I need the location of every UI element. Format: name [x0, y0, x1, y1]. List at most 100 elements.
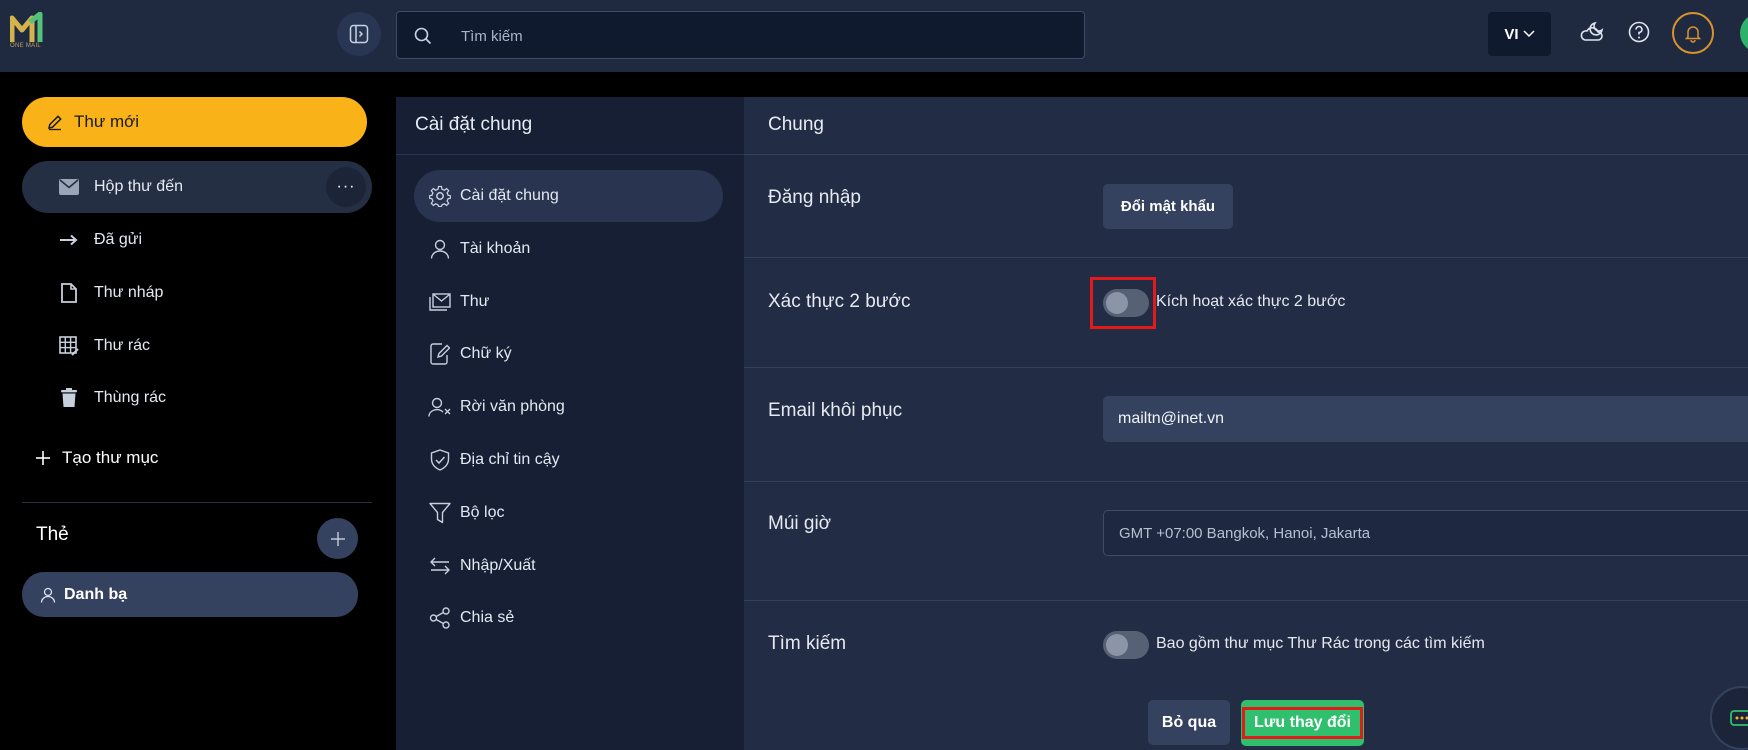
create-folder-button[interactable]: Tạo thư mục	[36, 448, 158, 468]
user-icon	[40, 587, 56, 603]
create-folder-label: Tạo thư mục	[62, 448, 159, 467]
settings-nav-divider	[396, 154, 744, 155]
search-input[interactable]	[459, 12, 1063, 60]
folder-more-button[interactable]: ···	[326, 167, 366, 207]
plus-icon	[36, 451, 50, 465]
folder-inbox[interactable]: Hộp thư đến ···	[22, 161, 372, 213]
two-factor-label: Xác thực 2 bước	[768, 291, 911, 312]
language-label: VI	[1504, 25, 1519, 43]
content-divider	[744, 154, 1748, 155]
plus-icon	[330, 531, 345, 546]
nav-item-label: Cài đặt chung	[460, 187, 559, 204]
theme-toggle-button[interactable]	[1577, 17, 1607, 47]
more-icon: ···	[336, 178, 356, 195]
nav-item-label: Bộ lọc	[460, 504, 505, 521]
nav-item-label: Nhập/Xuất	[460, 557, 536, 574]
nav-item-label: Tài khoản	[460, 240, 531, 257]
nav-item-label: Địa chỉ tin cậy	[460, 451, 560, 468]
folder-sent[interactable]: Đã gửi	[22, 214, 372, 266]
import-export-icon	[428, 554, 452, 578]
include-spam-toggle[interactable]	[1103, 631, 1149, 659]
folder-trash[interactable]: Thùng rác	[22, 372, 372, 424]
nav-item-share[interactable]: Chia sẻ	[414, 592, 723, 644]
search-icon	[414, 27, 432, 45]
content-divider	[744, 481, 1748, 482]
nav-item-filters[interactable]: Bộ lọc	[414, 487, 723, 539]
logo-text: ONE MAIL	[10, 43, 42, 49]
chat-icon	[1729, 706, 1748, 730]
signature-icon	[428, 342, 452, 366]
help-icon	[1628, 21, 1650, 43]
settings-content: Chung Đăng nhập Đổi mật khẩu Xác thực 2 …	[744, 97, 1748, 750]
tags-title: Thẻ	[36, 524, 69, 545]
sidebar-divider	[22, 502, 372, 503]
top-bar: ONE MAIL VI	[0, 0, 1748, 72]
timezone-label: Múi giờ	[768, 513, 832, 534]
share-icon	[428, 606, 452, 630]
add-tag-button[interactable]	[317, 518, 358, 559]
folder-label: Thư nháp	[94, 284, 164, 301]
nav-item-trusted-addresses[interactable]: Địa chỉ tin cậy	[414, 434, 723, 486]
content-divider	[744, 600, 1748, 601]
recovery-email-label: Email khôi phục	[768, 400, 903, 421]
user-icon	[428, 237, 452, 261]
toggle-knob	[1106, 634, 1128, 656]
toggle-highlight	[1090, 277, 1156, 329]
tag-contacts[interactable]: Danh bạ	[22, 572, 358, 617]
settings-nav: Cài đặt chung Cài đặt chung Tài khoản Th…	[396, 97, 744, 750]
nav-item-label: Rời văn phòng	[460, 398, 565, 415]
language-selector[interactable]: VI	[1488, 12, 1551, 56]
folder-label: Đã gửi	[94, 231, 143, 248]
settings-nav-title: Cài đặt chung	[415, 114, 533, 135]
save-changes-label: Lưu thay đổi	[1242, 707, 1363, 739]
nav-item-out-of-office[interactable]: Rời văn phòng	[414, 381, 723, 433]
nav-item-label: Chữ ký	[460, 345, 512, 362]
mail-icon	[428, 290, 452, 314]
two-factor-toggle-label: Kích hoạt xác thực 2 bước	[1156, 293, 1346, 310]
sidebar-toggle-button[interactable]	[337, 12, 381, 56]
recovery-email-field[interactable]: mailtn@inet.vn	[1103, 396, 1748, 442]
avatar[interactable]	[1740, 13, 1748, 53]
filter-icon	[428, 501, 452, 525]
content-divider	[744, 367, 1748, 368]
folder-spam[interactable]: Thư rác	[22, 320, 372, 372]
save-changes-button[interactable]: Lưu thay đổi	[1241, 700, 1364, 746]
skip-button[interactable]: Bỏ qua	[1148, 700, 1230, 745]
notifications-button[interactable]	[1672, 12, 1714, 54]
content-divider	[744, 257, 1748, 258]
bell-icon	[1683, 23, 1703, 43]
login-label: Đăng nhập	[768, 187, 861, 208]
folder-label: Thùng rác	[94, 389, 167, 406]
include-spam-toggle-label: Bao gồm thư mục Thư Rác trong các tìm ki…	[1156, 635, 1485, 652]
nav-item-import-export[interactable]: Nhập/Xuất	[414, 540, 723, 592]
logo[interactable]: ONE MAIL	[10, 12, 50, 56]
draft-icon	[58, 282, 80, 304]
trash-icon	[58, 387, 80, 409]
sidebar-toggle-icon	[349, 24, 369, 44]
nav-item-mail[interactable]: Thư	[414, 276, 723, 328]
sent-icon	[58, 229, 80, 251]
search-bar[interactable]	[396, 11, 1085, 60]
theme-icon	[1579, 20, 1605, 44]
timezone-select[interactable]: GMT +07:00 Bangkok, Hanoi, Jakarta	[1103, 510, 1748, 556]
gear-icon	[428, 184, 452, 208]
shield-check-icon	[428, 448, 452, 472]
inbox-icon	[58, 176, 80, 198]
nav-item-label: Chia sẻ	[460, 609, 515, 626]
help-button[interactable]	[1624, 17, 1654, 47]
compose-label: Thư mới	[74, 112, 140, 131]
pencil-icon	[46, 113, 64, 131]
content-title: Chung	[768, 114, 824, 135]
nav-item-signature[interactable]: Chữ ký	[414, 328, 723, 380]
chevron-down-icon	[1523, 30, 1535, 38]
nav-item-general[interactable]: Cài đặt chung	[414, 170, 723, 222]
compose-button[interactable]: Thư mới	[22, 97, 367, 147]
folder-label: Hộp thư đến	[94, 178, 183, 195]
change-password-button[interactable]: Đổi mật khẩu	[1103, 184, 1233, 229]
spam-icon	[58, 335, 80, 357]
folder-drafts[interactable]: Thư nháp	[22, 267, 372, 319]
search-label: Tìm kiếm	[768, 633, 847, 654]
nav-item-label: Thư	[460, 293, 490, 310]
tag-label: Danh bạ	[64, 585, 128, 603]
nav-item-account[interactable]: Tài khoản	[414, 223, 723, 275]
